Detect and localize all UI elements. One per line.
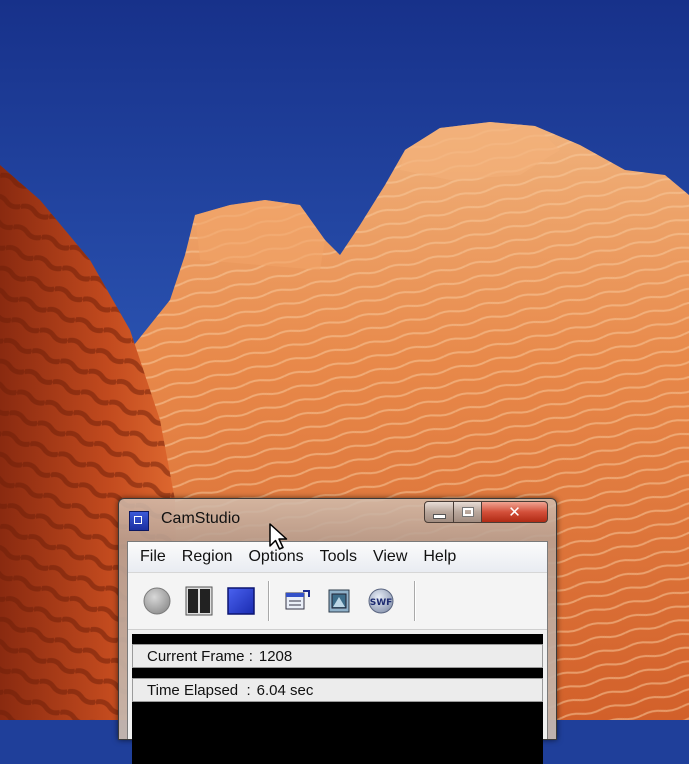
stop-icon: [227, 587, 255, 615]
toolbar: SWF: [128, 573, 547, 630]
toggle-view-icon: [285, 590, 310, 610]
minimize-icon: [432, 513, 446, 519]
window-title: CamStudio: [161, 510, 241, 527]
toolbar-separator-end: [414, 581, 416, 621]
maximize-button[interactable]: [454, 501, 482, 523]
toggle-view-button[interactable]: [280, 584, 314, 618]
swf-producer-button[interactable]: SWF: [364, 584, 398, 618]
time-elapsed-label: Time Elapsed :: [147, 681, 251, 699]
menu-help[interactable]: Help: [415, 542, 464, 572]
swf-label: SWF: [370, 598, 393, 608]
time-elapsed-value: 6.04 sec: [256, 681, 314, 699]
current-frame-row: Current Frame : 1208: [132, 644, 543, 668]
record-button[interactable]: [140, 584, 174, 618]
record-icon: [143, 587, 171, 615]
menu-region[interactable]: Region: [174, 542, 241, 572]
title-bar[interactable]: CamStudio ✕: [119, 499, 556, 539]
window-client-area: File Region Options Tools View Help SWF …: [127, 541, 548, 764]
minimize-button[interactable]: [424, 501, 454, 523]
swf-icon: SWF: [368, 588, 394, 614]
menu-file[interactable]: File: [132, 542, 174, 572]
annotation-icon: [328, 589, 350, 613]
current-frame-label: Current Frame :: [147, 647, 253, 665]
pause-icon: [185, 586, 213, 616]
camstudio-window[interactable]: CamStudio ✕ File Region Options Tools Vi…: [118, 498, 557, 764]
maximize-icon: [461, 507, 474, 517]
menu-tools[interactable]: Tools: [312, 542, 365, 572]
toolbar-separator: [268, 581, 270, 621]
menu-view[interactable]: View: [365, 542, 415, 572]
time-elapsed-row: Time Elapsed : 6.04 sec: [132, 678, 543, 702]
close-button[interactable]: ✕: [482, 501, 548, 523]
menu-bar: File Region Options Tools View Help: [128, 542, 547, 573]
stop-button[interactable]: [224, 584, 258, 618]
pause-button[interactable]: [182, 584, 216, 618]
current-frame-value: 1208: [258, 647, 293, 665]
close-icon: ✕: [508, 503, 521, 521]
caption-buttons: ✕: [424, 501, 548, 523]
annotation-button[interactable]: [322, 584, 356, 618]
camstudio-app-icon[interactable]: [129, 511, 149, 531]
status-panel: Current Frame : 1208 Time Elapsed : 6.04…: [132, 634, 543, 764]
mouse-cursor-icon: [269, 523, 288, 550]
